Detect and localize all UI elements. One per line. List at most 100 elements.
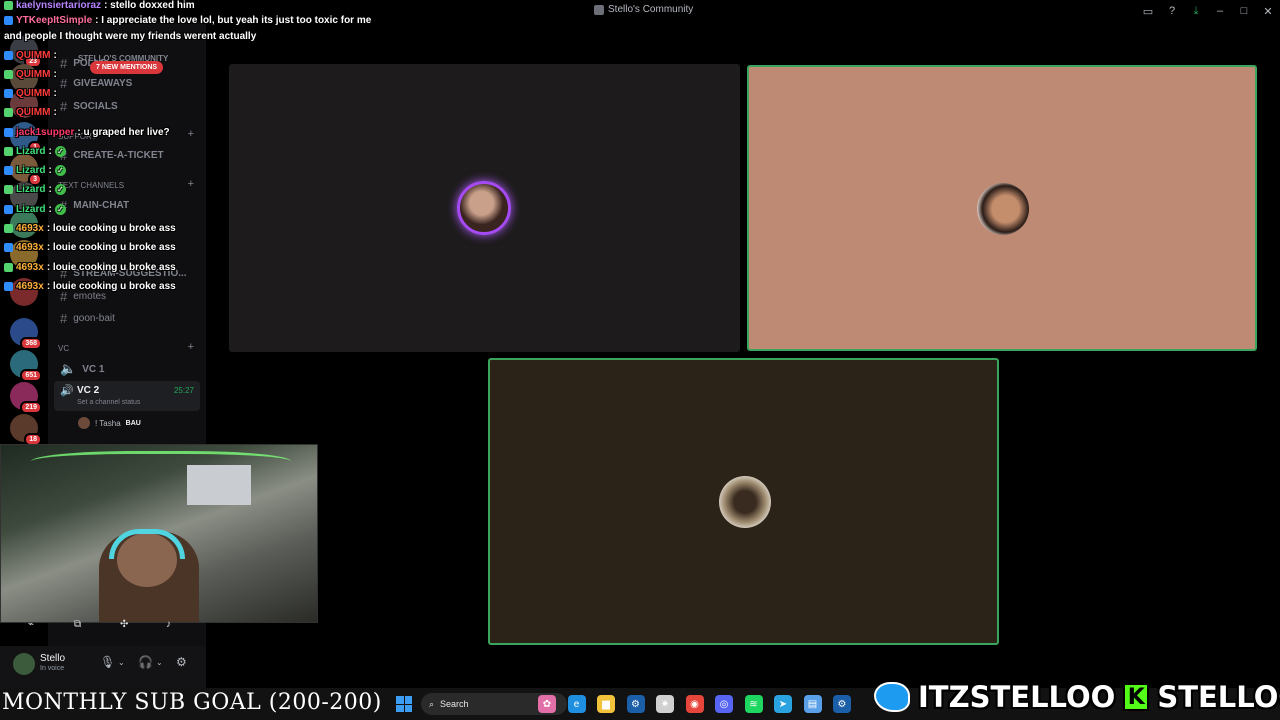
server-icon[interactable]: 18	[10, 414, 42, 446]
chevron-down-icon[interactable]: ⌄	[118, 658, 125, 667]
chat-username: jack1supper	[16, 127, 75, 138]
channel-label: CREATE-A-TICKET	[73, 150, 164, 161]
chat-username: 4693x	[16, 262, 44, 273]
notepad-icon[interactable]: ▤	[803, 695, 822, 713]
server-badge: 368	[20, 337, 42, 350]
chat-username: QUIMM	[16, 69, 51, 80]
gear-icon[interactable]: ⚙	[176, 655, 187, 669]
channel-label: goon-bait	[73, 313, 115, 324]
camera-icon[interactable]: ⌁	[28, 619, 34, 630]
server-icon[interactable]: 651	[10, 350, 42, 382]
chat-badge-icon	[4, 282, 13, 291]
chat-badge-icon	[4, 243, 13, 252]
video-tile-2[interactable]	[747, 65, 1257, 351]
video-tile-3[interactable]	[488, 358, 999, 645]
chat-message: jack1supper: u graped her live?	[4, 127, 170, 138]
social-banner: ITZSTELLOO K STELLOOO	[874, 680, 1280, 714]
chat-username: Lizard	[16, 184, 46, 195]
server-icon[interactable]: 368	[10, 318, 42, 350]
server-logo-icon	[594, 4, 604, 15]
vc2-name: VC 2	[77, 385, 100, 396]
microphone-icon[interactable]: 🎙	[100, 655, 115, 669]
user-panel: Stello In voice 🎙 ⌄ 🎧 ⌄ ⚙	[0, 646, 206, 688]
channel-giveaways[interactable]: # GIVEAWAYS	[60, 76, 132, 91]
twitter-handle: ITZSTELLOO	[918, 680, 1116, 714]
activity-icon[interactable]: ✣	[120, 619, 128, 630]
download-icon[interactable]: ⤓	[1184, 0, 1208, 22]
steam-icon[interactable]: ⚙	[626, 695, 645, 713]
start-button[interactable]	[396, 696, 412, 712]
close-icon[interactable]: ✕	[1256, 0, 1280, 22]
chat-text: :	[48, 165, 52, 176]
video-tile-1[interactable]	[229, 64, 740, 352]
chat-username: YTKeepItSimple	[16, 15, 93, 26]
chat-badge-icon	[4, 147, 13, 156]
chat-message: 4693x: louie cooking u broke ass	[4, 223, 176, 234]
chat-badge-icon	[4, 51, 13, 60]
chat-username: QUIMM	[16, 107, 51, 118]
avatar[interactable]	[13, 653, 35, 675]
chat-badge-icon	[4, 128, 13, 137]
hash-icon: #	[60, 76, 68, 91]
voice-member[interactable]: ! Tasha BAU	[78, 417, 141, 429]
spotify-icon[interactable]: ≋	[744, 695, 763, 713]
chat-username: Lizard	[16, 204, 46, 215]
chat-message: YTKeepItSimple: I appreciate the love lo…	[4, 15, 371, 26]
chrome-icon[interactable]: ◉	[685, 695, 704, 713]
maximize-icon[interactable]: □	[1232, 0, 1256, 22]
edge-icon[interactable]: e	[567, 695, 586, 713]
chat-text: : louie cooking u broke ass	[46, 242, 176, 253]
steam2-icon[interactable]: ⚙	[833, 695, 851, 713]
chat-text: : stello doxxed him	[104, 0, 195, 11]
chat-message: Lizard: ✓	[4, 204, 66, 215]
add-channel-icon[interactable]: +	[188, 128, 194, 140]
soundboard-icon[interactable]: ♪	[166, 619, 171, 630]
window-title: Stello's Community	[594, 4, 693, 15]
channel-socials[interactable]: # SOCIALS	[60, 99, 118, 114]
channel-label: GIVEAWAYS	[73, 78, 133, 89]
discord-icon[interactable]: ◎	[715, 695, 733, 713]
chat-text: and people I thought were my friends wer…	[4, 31, 257, 42]
member-name: ! Tasha	[95, 418, 121, 428]
new-mentions-badge[interactable]: 7 NEW MENTIONS	[90, 61, 164, 74]
chat-message: 4693x: louie cooking u broke ass	[4, 281, 176, 292]
projector-screen	[187, 465, 251, 505]
category-text[interactable]: text channels	[58, 181, 124, 190]
member-tag: BAU	[125, 419, 141, 427]
chat-text: : louie cooking u broke ass	[46, 262, 176, 273]
channel-goon-bait[interactable]: # goon-bait	[60, 311, 115, 326]
chat-username: Lizard	[16, 146, 46, 157]
chat-badge-icon	[4, 263, 13, 272]
help-icon[interactable]: ?	[1160, 0, 1184, 22]
widgets-icon[interactable]: ✿	[538, 695, 556, 713]
files-icon[interactable]: ▆	[597, 695, 615, 713]
screen-share-icon[interactable]: ⧉	[74, 619, 81, 630]
vc2-status[interactable]: Set a channel status	[77, 399, 140, 406]
headphones-icon[interactable]: 🎧	[138, 655, 153, 669]
chat-badge-icon	[4, 108, 13, 117]
add-channel-icon[interactable]: +	[188, 341, 194, 353]
add-channel-icon[interactable]: +	[188, 178, 194, 190]
channel-create-a-ticket[interactable]: #CREATE-A-TICKET	[60, 148, 164, 163]
channel-vc2[interactable]: 🔊 VC 2 Set a channel status 25:27	[54, 381, 200, 411]
chat-text: :	[48, 184, 52, 195]
sub-goal-banner: MONTHLY SUB GOAL (200-200)	[2, 690, 382, 715]
chat-badge-icon	[4, 205, 13, 214]
chat-message: 4693x: louie cooking u broke ass	[4, 242, 176, 253]
chat-message: QUIMM:	[4, 107, 57, 118]
channel-main-chat[interactable]: #MAIN-CHAT	[60, 198, 129, 213]
chatgpt-icon[interactable]: ✷	[656, 695, 674, 713]
chat-text: :	[48, 204, 52, 215]
category-vc[interactable]: VC	[58, 344, 69, 353]
emote-icon: ✓	[54, 204, 66, 215]
twitter-icon	[874, 682, 910, 712]
chat-message: QUIMM:	[4, 88, 57, 99]
minimize-icon[interactable]: –	[1208, 0, 1232, 22]
inbox-icon[interactable]: ▭	[1136, 0, 1160, 22]
telegram-icon[interactable]: ➤	[774, 695, 792, 713]
chat-text: : I appreciate the love lol, but yeah it…	[95, 15, 372, 26]
server-icon[interactable]: 219	[10, 382, 42, 414]
channel-vc1[interactable]: 🔈 VC 1	[60, 361, 104, 377]
search-placeholder: Search	[440, 699, 469, 709]
chevron-down-icon[interactable]: ⌄	[156, 658, 163, 667]
